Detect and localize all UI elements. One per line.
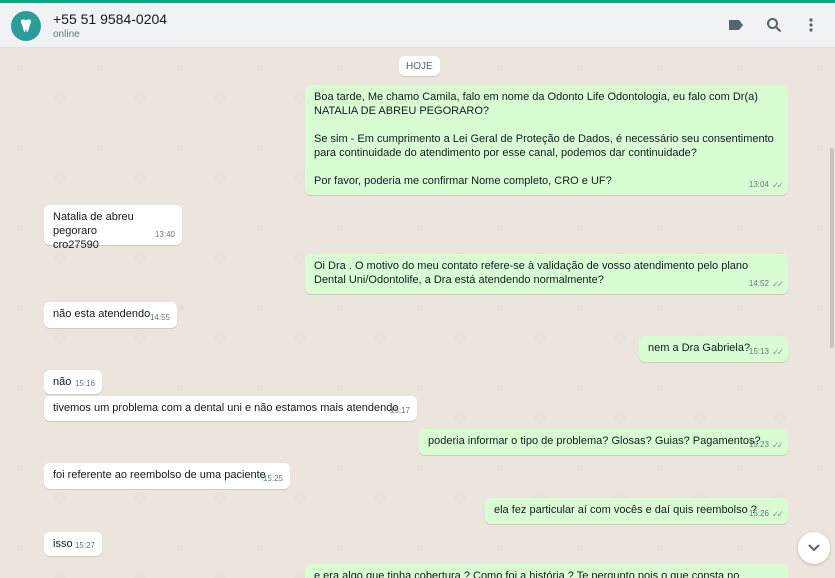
message-meta: 14:55 — [150, 311, 170, 325]
message-outgoing[interactable]: Boa tarde, Me chamo Camila, falo em nome… — [305, 85, 788, 195]
contact-name[interactable]: +55 51 9584-0204 — [53, 11, 167, 27]
message-time: 14:52 — [748, 279, 769, 288]
message-text: poderia informar o tipo de problema? Glo… — [428, 435, 761, 447]
message-outgoing[interactable]: poderia informar o tipo de problema? Glo… — [419, 429, 788, 455]
label-icon[interactable] — [726, 15, 746, 35]
message-outgoing[interactable]: nem a Dra Gabriela? 15:13 ✓✓ — [639, 336, 788, 362]
message-time: 13:04 — [748, 180, 769, 189]
message-incoming[interactable]: Natalia de abreu pegoraro cro27590 13:40 — [44, 205, 182, 251]
message-text: Oi Dra . O motivo do meu contato refere-… — [314, 260, 749, 286]
message-time: 15:13 — [748, 347, 769, 356]
message-time: 15:26 — [748, 509, 769, 518]
message-text: ela fez particular aí com vocês e daí qu… — [494, 504, 757, 516]
double-check-icon: ✓✓ — [771, 180, 784, 190]
message-meta: 14:52 ✓✓ — [748, 277, 784, 291]
double-check-icon: ✓✓ — [771, 440, 784, 450]
double-check-icon: ✓✓ — [771, 279, 784, 289]
message-meta: 13:04 ✓✓ — [748, 178, 784, 192]
message-time: 15:17 — [389, 406, 410, 415]
message-meta: 15:27 — [75, 539, 95, 553]
message-outgoing[interactable]: Oi Dra . O motivo do meu contato refere-… — [305, 254, 788, 294]
message-meta: 15:13 ✓✓ — [748, 345, 784, 359]
message-incoming[interactable]: não 15:16 — [44, 370, 102, 394]
search-icon[interactable] — [764, 15, 784, 35]
message-time: 14:55 — [149, 313, 170, 322]
message-outgoing[interactable]: ela fez particular aí com vocês e daí qu… — [485, 498, 788, 524]
message-time: 15:25 — [262, 474, 283, 483]
message-text: Boa tarde, Me chamo Camila, falo em nome… — [314, 91, 774, 187]
message-meta: 15:26 ✓✓ — [748, 507, 784, 521]
message-incoming[interactable]: não esta atendendo 14:55 — [44, 302, 177, 328]
message-time: 15:23 — [748, 440, 769, 449]
menu-icon[interactable] — [801, 15, 821, 35]
message-time: 15:16 — [74, 379, 95, 388]
message-time: 13:40 — [154, 230, 175, 239]
message-list[interactable]: HOJE Boa tarde, Me chamo Camila, falo em… — [0, 48, 835, 578]
message-text: e era algo que tinha cobertura ? Como fo… — [314, 570, 740, 578]
message-incoming[interactable]: foi referente ao reembolso de uma pacien… — [44, 463, 290, 489]
message-meta: 15:23 ✓✓ — [748, 438, 784, 452]
message-incoming[interactable]: tivemos um problema com a dental uni e n… — [44, 396, 417, 421]
message-incoming[interactable]: isso 15:27 — [44, 532, 102, 556]
scroll-down-button[interactable] — [798, 532, 830, 564]
tooth-icon — [21, 19, 31, 32]
double-check-icon: ✓✓ — [771, 347, 784, 357]
double-check-icon: ✓✓ — [771, 509, 784, 519]
message-meta: 15:25 — [263, 472, 283, 486]
message-time: 15:27 — [74, 541, 95, 550]
message-outgoing[interactable]: e era algo que tinha cobertura ? Como fo… — [305, 564, 788, 578]
avatar[interactable] — [11, 11, 41, 41]
chevron-down-icon — [808, 544, 820, 552]
chat-header: +55 51 9584-0204 online — [0, 3, 835, 48]
message-meta: 13:40 — [155, 228, 175, 242]
message-text: foi referente ao reembolso de uma pacien… — [53, 469, 266, 481]
message-meta: 15:17 — [390, 404, 410, 418]
date-chip: HOJE — [399, 56, 440, 76]
message-meta: 15:16 — [75, 377, 95, 391]
scrollbar[interactable] — [830, 148, 834, 348]
contact-status: online — [53, 29, 80, 40]
message-text: tivemos um problema com a dental uni e n… — [53, 402, 399, 414]
